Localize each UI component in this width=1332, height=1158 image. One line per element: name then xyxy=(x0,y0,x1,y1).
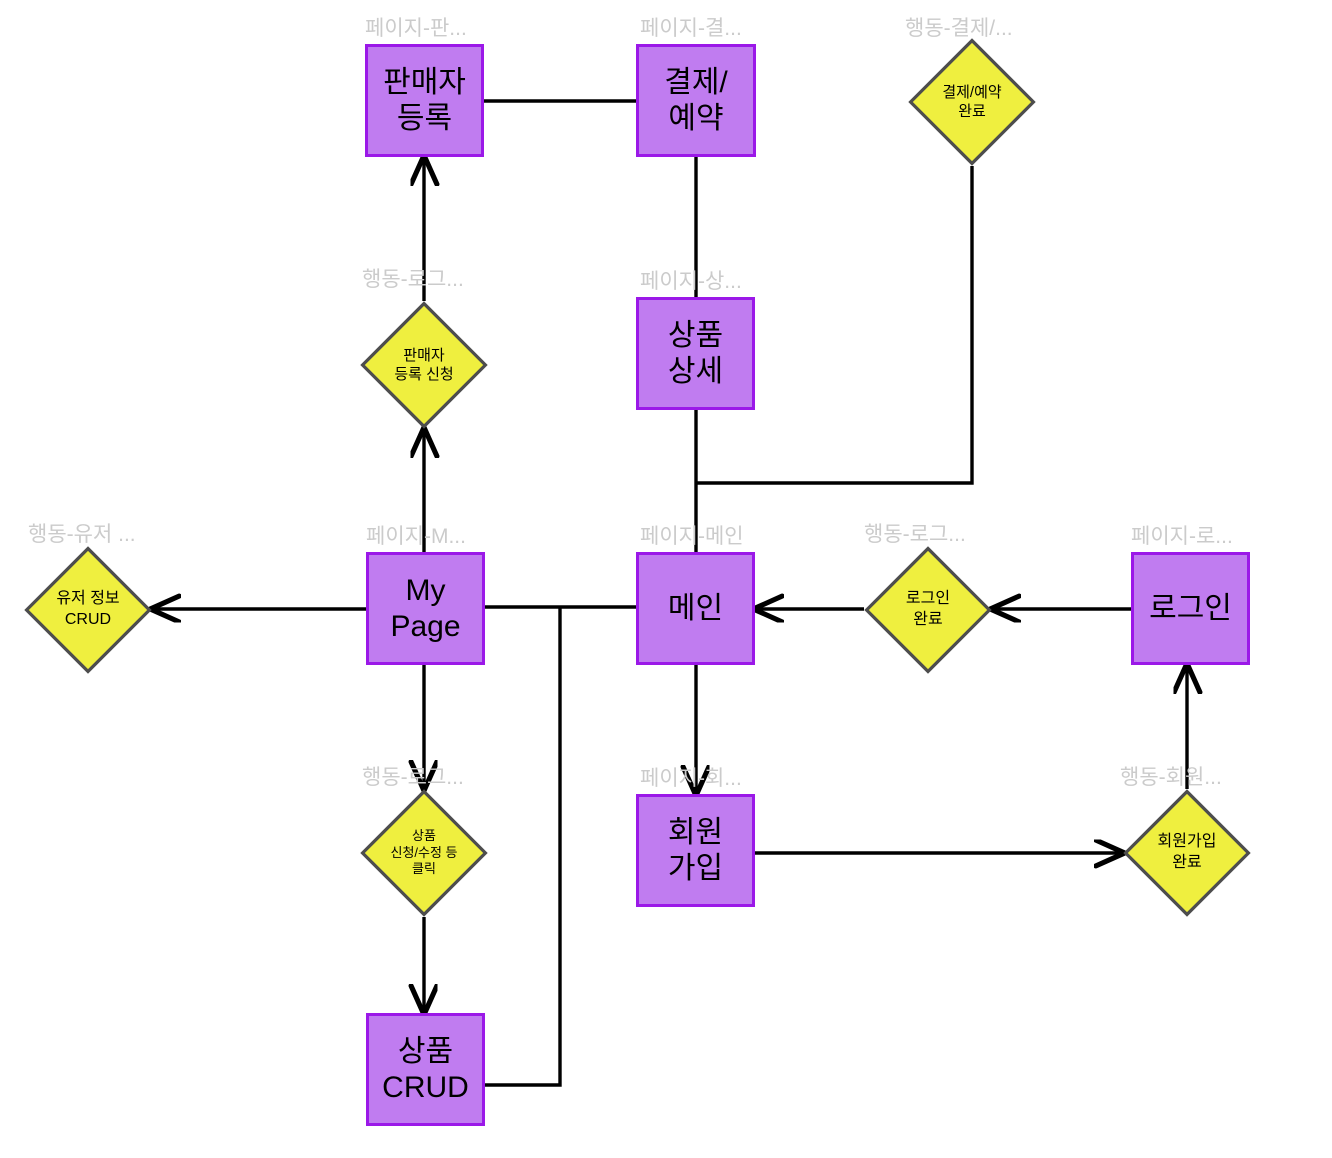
node-label: 판매자 등록 xyxy=(383,66,466,135)
node-seller-register-request[interactable]: 판매자 등록 신청 xyxy=(360,301,488,429)
diagram-canvas: 페이지-판... 판매자 등록 페이지-결... 결제/ 예약 행동-결제/... 결제/… xyxy=(0,0,1332,1158)
node-product-request-click[interactable]: 상품 신청/수정 등 클릭 xyxy=(360,789,488,917)
node-label: 로그인 완료 xyxy=(905,590,951,628)
node-caption-login-complete: 행동-로그... xyxy=(864,523,966,546)
node-label: 상품 CRUD xyxy=(382,1035,469,1104)
node-label: 회원 가입 xyxy=(667,816,724,885)
node-login[interactable]: 로그인 xyxy=(1131,552,1250,665)
node-product-crud[interactable]: 상품 CRUD xyxy=(366,1013,485,1126)
node-signup-complete[interactable]: 회원가입 완료 xyxy=(1123,789,1251,917)
node-caption-main: 페이지-메인 xyxy=(640,525,744,548)
node-main[interactable]: 메인 xyxy=(636,552,755,665)
node-caption-seller-register: 페이지-판... xyxy=(365,17,467,40)
node-caption-signup-complete: 행동-회원... xyxy=(1120,766,1222,789)
node-login-complete[interactable]: 로그인 완료 xyxy=(864,546,992,674)
node-product-detail[interactable]: 상품 상세 xyxy=(636,297,755,410)
node-caption-seller-register-request: 행동-로그... xyxy=(362,268,464,291)
node-user-info-crud[interactable]: 유저 정보 CRUD xyxy=(24,546,152,674)
node-label: 유저 정보 CRUD xyxy=(56,590,120,628)
node-label: My Page xyxy=(390,574,461,643)
node-label: 판매자 등록 신청 xyxy=(394,346,454,384)
node-caption-signup: 페이지-회... xyxy=(640,767,742,790)
node-label: 메인 xyxy=(667,591,724,625)
node-payment-complete[interactable]: 결제/예약 완료 xyxy=(908,38,1036,166)
node-label: 결제/ 예약 xyxy=(664,66,728,135)
node-label: 상품 신청/수정 등 클릭 xyxy=(390,827,458,877)
node-caption-user-info-crud: 행동-유저 ... xyxy=(28,523,136,546)
node-label: 로그인 xyxy=(1149,591,1232,625)
node-my-page[interactable]: My Page xyxy=(366,552,485,665)
node-caption-login: 페이지-로... xyxy=(1131,525,1233,548)
node-caption-product-detail: 페이지-상... xyxy=(640,270,742,293)
node-caption-payment-reservation: 페이지-결... xyxy=(640,17,742,40)
node-caption-my-page: 페이지-M... xyxy=(366,525,466,548)
node-label: 결제/예약 완료 xyxy=(942,83,1002,121)
node-seller-register[interactable]: 판매자 등록 xyxy=(365,44,484,157)
edge xyxy=(485,607,562,1087)
node-caption-product-request-click: 행동-로그... xyxy=(362,766,464,789)
node-label: 회원가입 완료 xyxy=(1157,833,1217,871)
node-label: 상품 상세 xyxy=(667,319,724,388)
node-signup[interactable]: 회원 가입 xyxy=(636,794,755,907)
node-payment-reservation[interactable]: 결제/ 예약 xyxy=(636,44,756,157)
